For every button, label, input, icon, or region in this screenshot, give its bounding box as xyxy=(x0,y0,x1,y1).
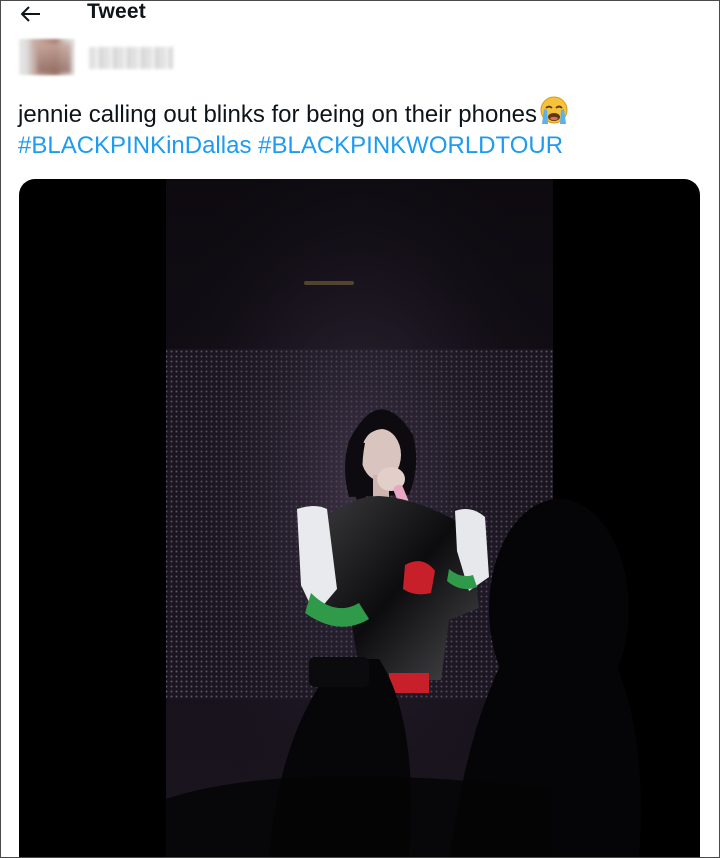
video-frame-illustration xyxy=(166,179,641,857)
tweet-page: Tweet jennie calling out blinks for bein… xyxy=(0,0,720,858)
page-header: Tweet xyxy=(1,1,719,29)
tweet-author[interactable] xyxy=(17,39,197,79)
tweet-media-video[interactable] xyxy=(19,179,700,857)
hashtag-line: #BLACKPINKinDallas #BLACKPINKWORLDTOUR xyxy=(18,129,563,162)
avatar-blur-overlay xyxy=(37,43,71,73)
arrow-left-icon xyxy=(21,6,40,22)
tweet-body: jennie calling out blinks for being on t… xyxy=(18,101,538,128)
hashtag-link[interactable]: #BLACKPINKWORLDTOUR xyxy=(258,132,563,159)
hashtag-link[interactable]: #BLACKPINKinDallas xyxy=(18,132,251,159)
back-button[interactable] xyxy=(13,1,49,29)
redacted-username xyxy=(89,47,173,69)
page-title: Tweet xyxy=(87,0,146,23)
